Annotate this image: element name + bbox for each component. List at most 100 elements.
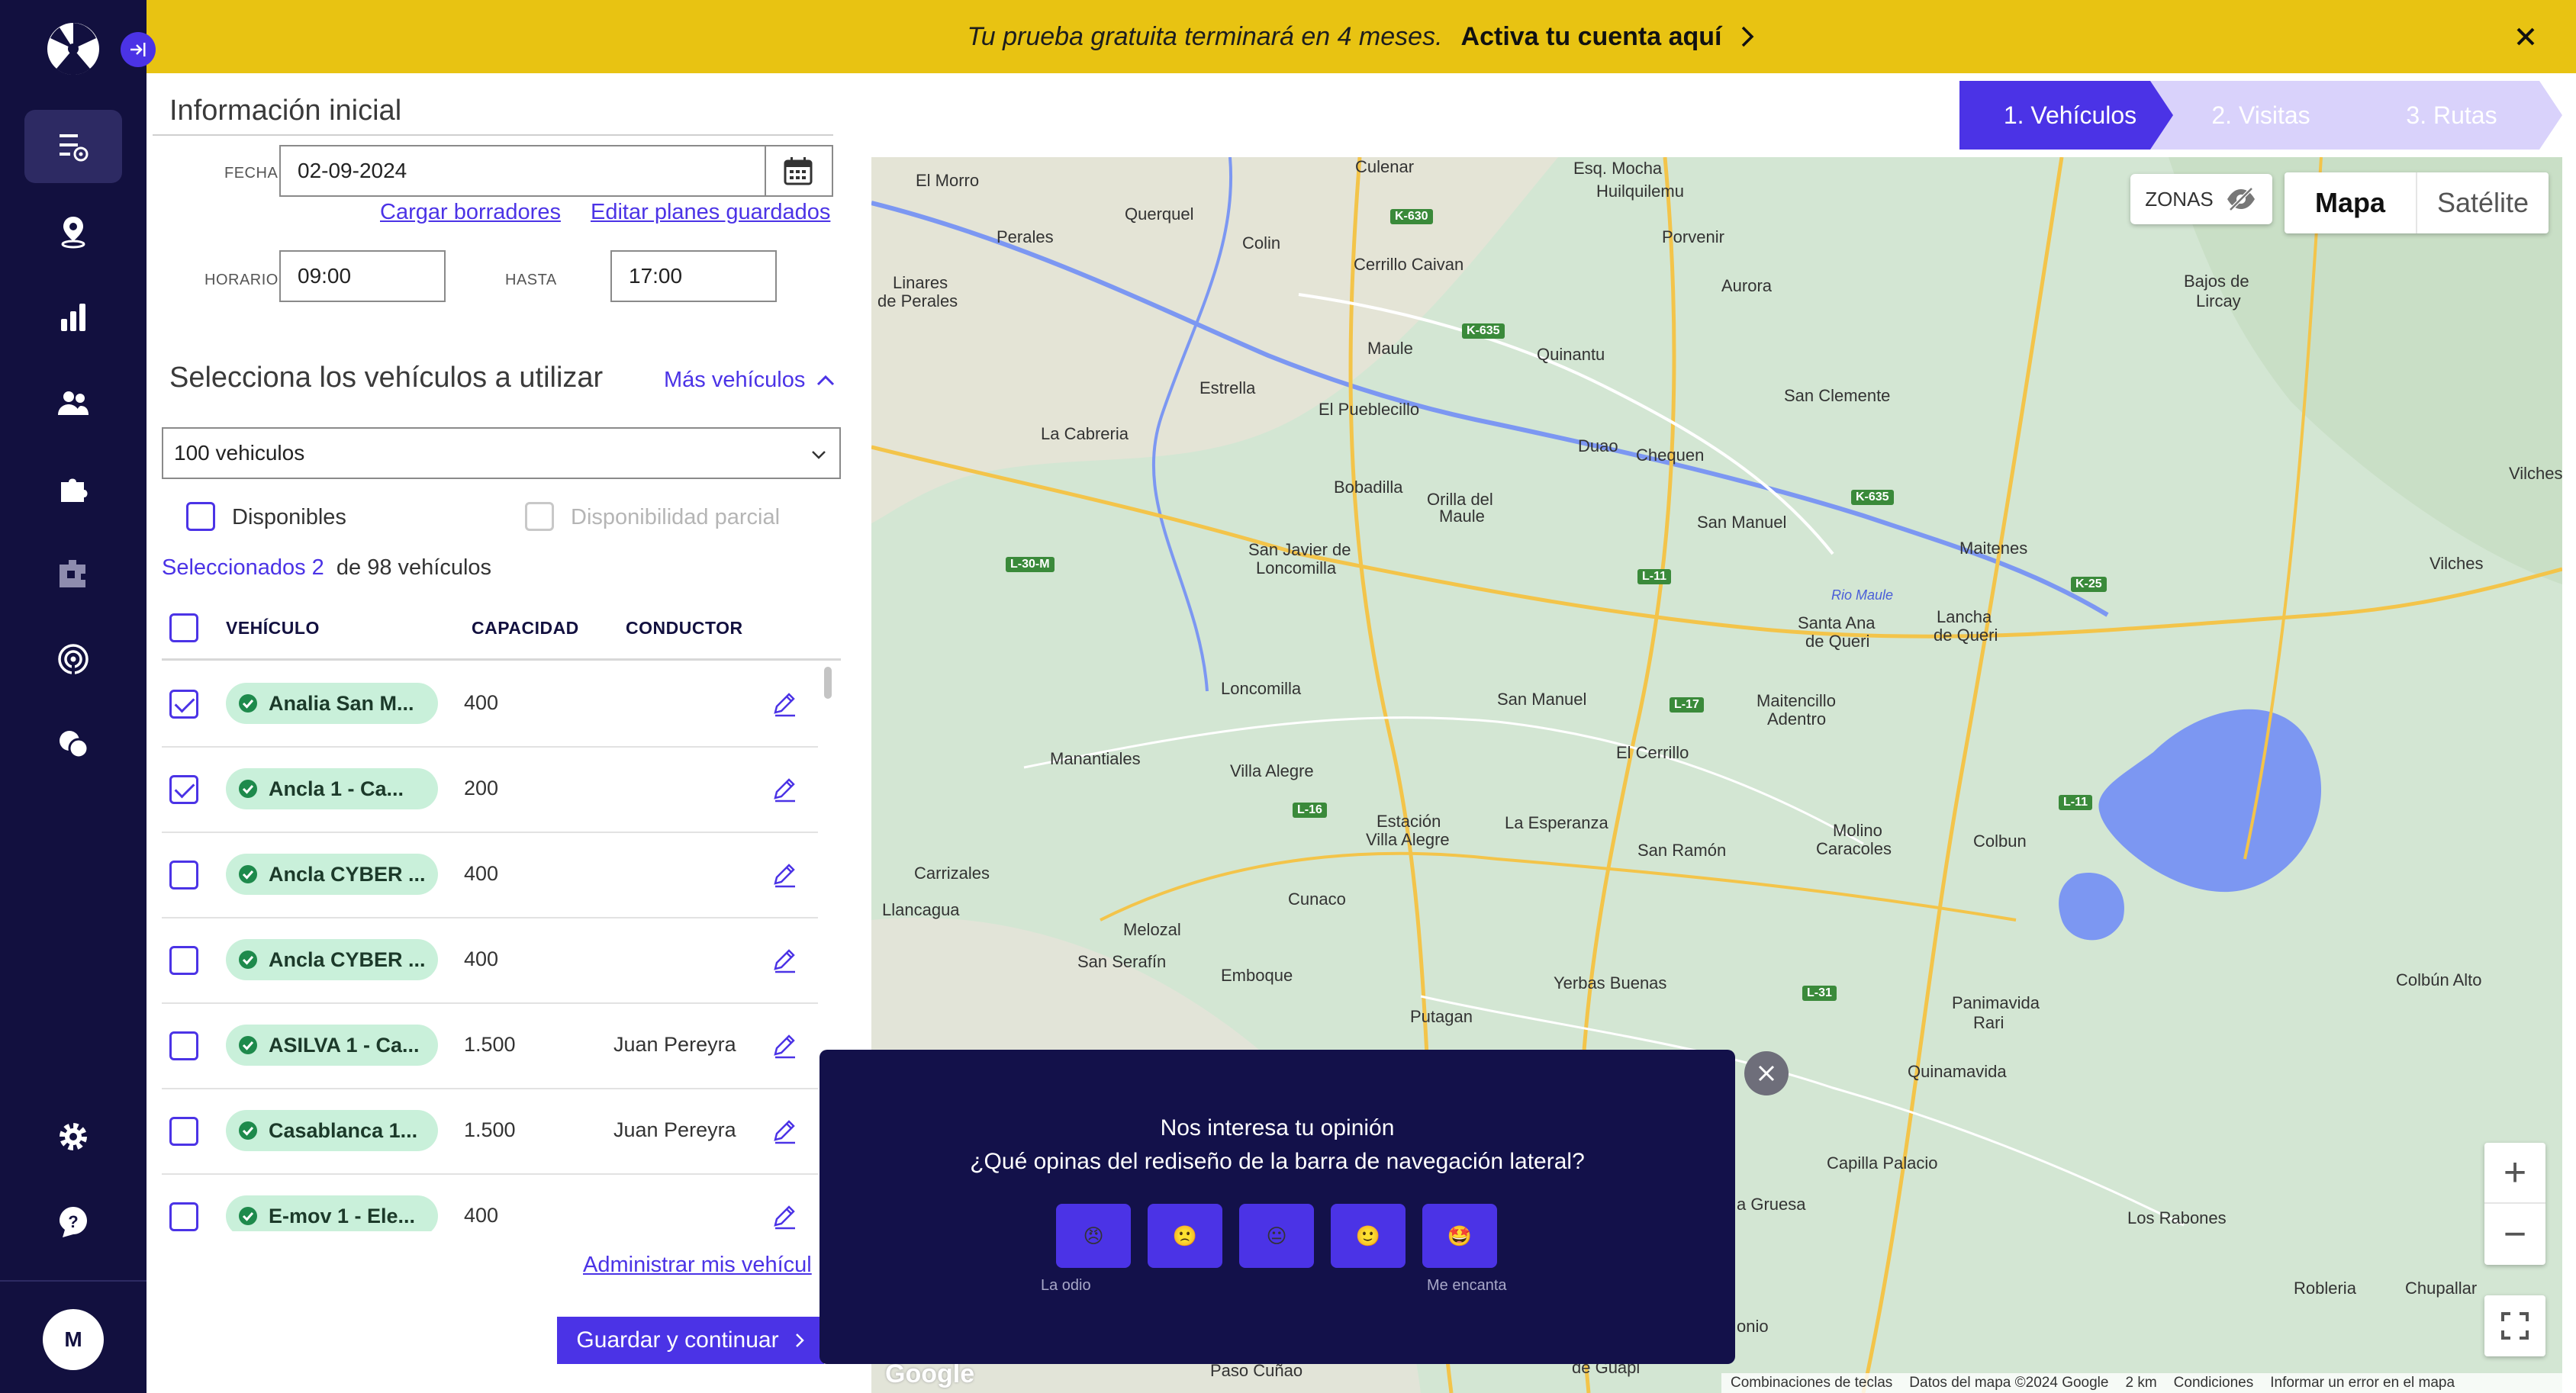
row-checkbox[interactable] (169, 1202, 198, 1231)
step-vehicles[interactable]: 1. Vehículos (1959, 81, 2181, 150)
row-checkbox[interactable] (169, 690, 198, 719)
fullscreen-button[interactable] (2484, 1295, 2545, 1356)
sidebar-item-settings[interactable] (24, 1100, 122, 1173)
sidebar-item-users[interactable] (24, 366, 122, 439)
vehicle-pill[interactable]: Ancla 1 - Ca... (226, 768, 438, 809)
map-place: Maitencillo (1757, 691, 1836, 710)
sidebar-item-locations[interactable] (24, 195, 122, 269)
edit-pencil-icon[interactable] (769, 774, 800, 804)
partial-availability-checkbox[interactable] (525, 502, 554, 531)
vehicle-count-select[interactable]: 100 vehiculos (162, 427, 841, 479)
sidebar-item-tracking[interactable] (24, 623, 122, 696)
vehicle-name: E-mov 1 - Ele... (269, 1204, 416, 1227)
chat-icon (60, 731, 89, 759)
more-vehicles-link[interactable]: Más vehículos (664, 368, 836, 393)
road-tag: L-11 (1637, 569, 1672, 584)
rating-option-1[interactable]: 😠 (1056, 1204, 1131, 1268)
map-place: Villa Alegre (1366, 830, 1450, 849)
map-type-switch: Mapa Satélite (2285, 172, 2549, 233)
chevron-down-icon (812, 451, 826, 459)
more-vehicles-label: Más vehículos (664, 368, 806, 392)
vehicle-pill[interactable]: Casablanca 1... (226, 1110, 438, 1151)
row-checkbox[interactable] (169, 861, 198, 890)
date-input[interactable]: 02-09-2024 (279, 145, 766, 197)
save-continue-button[interactable]: Guardar y continuar (557, 1317, 824, 1364)
vehicle-capacity: 400 (464, 691, 499, 714)
edit-pencil-icon[interactable] (769, 944, 800, 975)
column-vehicle[interactable]: VEHÍCULO (226, 618, 320, 639)
vehicle-pill[interactable]: Ancla CYBER ... (226, 854, 438, 895)
sidebar-item-chat[interactable] (24, 708, 122, 781)
selected-link[interactable]: Seleccionados 2 (162, 555, 324, 580)
map-place: San Javier de (1248, 540, 1351, 559)
vehicle-pill[interactable]: E-mov 1 - Ele... (226, 1195, 438, 1231)
zoom-out-button[interactable]: − (2484, 1204, 2545, 1265)
row-checkbox[interactable] (169, 1117, 198, 1146)
zones-toggle[interactable]: ZONAS (2130, 174, 2272, 224)
manage-vehicles-link[interactable]: Administrar mis vehícul (583, 1253, 812, 1278)
map-data-text: Datos del mapa ©2024 Google (1909, 1375, 2109, 1391)
location-pin-icon (61, 217, 85, 249)
map-place: Maitenes (1959, 539, 2028, 558)
edit-pencil-icon[interactable] (769, 688, 800, 719)
map-place: Llancagua (882, 900, 960, 919)
sidebar-item-addons[interactable] (24, 452, 122, 525)
row-checkbox[interactable] (169, 775, 198, 804)
map-place: de Queri (1934, 626, 1998, 645)
map-place: Chequen (1636, 446, 1705, 465)
sidebar-item-help[interactable]: ? (24, 1185, 122, 1259)
schedule-from-input[interactable]: 09:00 (279, 250, 446, 302)
rating-option-3[interactable]: 😐 (1239, 1204, 1314, 1268)
edit-saved-plans-link[interactable]: Editar planes guardados (591, 200, 830, 225)
step-routes[interactable]: 3. Rutas (2341, 81, 2562, 150)
map-place: Adentro (1767, 709, 1827, 729)
step-label: 1. Vehículos (2003, 101, 2137, 129)
select-all-checkbox[interactable] (169, 613, 198, 642)
vehicle-pill[interactable]: ASILVA 1 - Ca... (226, 1025, 438, 1066)
sidebar-item-routes[interactable] (24, 110, 122, 183)
activate-account-link[interactable]: Activa tu cuenta aquí (1461, 22, 1722, 52)
map-place: de Perales (877, 291, 958, 310)
edit-pencil-icon[interactable] (769, 859, 800, 890)
map-type-satellite[interactable]: Satélite (2417, 172, 2549, 233)
zoom-in-button[interactable]: + (2484, 1143, 2545, 1204)
rating-option-5[interactable]: 🤩 (1422, 1204, 1497, 1268)
sidebar-item-integrations[interactable] (24, 537, 122, 610)
sidebar-item-analytics[interactable] (24, 281, 122, 354)
map-place: Vilches (2429, 554, 2484, 573)
feedback-close-button[interactable] (1744, 1051, 1789, 1095)
keyboard-shortcuts-link[interactable]: Combinaciones de teclas (1731, 1375, 1892, 1391)
rating-option-2[interactable]: 🙁 (1148, 1204, 1222, 1268)
edit-pencil-icon[interactable] (769, 1115, 800, 1146)
edit-pencil-icon[interactable] (769, 1030, 800, 1060)
report-error-link[interactable]: Informar un error en el mapa (2270, 1375, 2455, 1391)
column-driver[interactable]: CONDUCTOR (626, 618, 743, 639)
vehicle-pill[interactable]: Ancla CYBER ... (226, 939, 438, 980)
logo-icon[interactable] (44, 20, 102, 78)
available-checkbox[interactable] (186, 502, 215, 531)
map-place: La Cabreria (1041, 424, 1129, 443)
schedule-to-input[interactable]: 17:00 (610, 250, 777, 302)
row-checkbox[interactable] (169, 946, 198, 975)
help-icon: ? (60, 1207, 87, 1237)
load-drafts-link[interactable]: Cargar borradores (380, 200, 561, 225)
calendar-button[interactable] (765, 145, 833, 197)
step-label: 3. Rutas (2406, 101, 2497, 129)
map-type-map[interactable]: Mapa (2285, 172, 2417, 233)
chevron-right-icon[interactable] (1739, 24, 1756, 50)
table-row: Analia San M... 400 (162, 662, 818, 748)
map-place: Emboque (1221, 966, 1293, 985)
scrollbar-thumb[interactable] (824, 667, 832, 699)
edit-pencil-icon[interactable] (769, 1201, 800, 1231)
close-icon[interactable] (2510, 21, 2541, 52)
map-scale[interactable]: 2 km (2125, 1375, 2156, 1391)
vehicle-pill[interactable]: Analia San M... (226, 683, 438, 724)
save-continue-label: Guardar y continuar (576, 1327, 779, 1353)
user-avatar[interactable]: M (43, 1309, 104, 1370)
step-visits[interactable]: 2. Visitas (2150, 81, 2372, 150)
sidebar-collapse-button[interactable] (121, 32, 156, 67)
terms-link[interactable]: Condiciones (2174, 1375, 2254, 1391)
row-checkbox[interactable] (169, 1031, 198, 1060)
rating-option-4[interactable]: 🙂 (1331, 1204, 1406, 1268)
column-capacity[interactable]: CAPACIDAD (472, 618, 579, 639)
